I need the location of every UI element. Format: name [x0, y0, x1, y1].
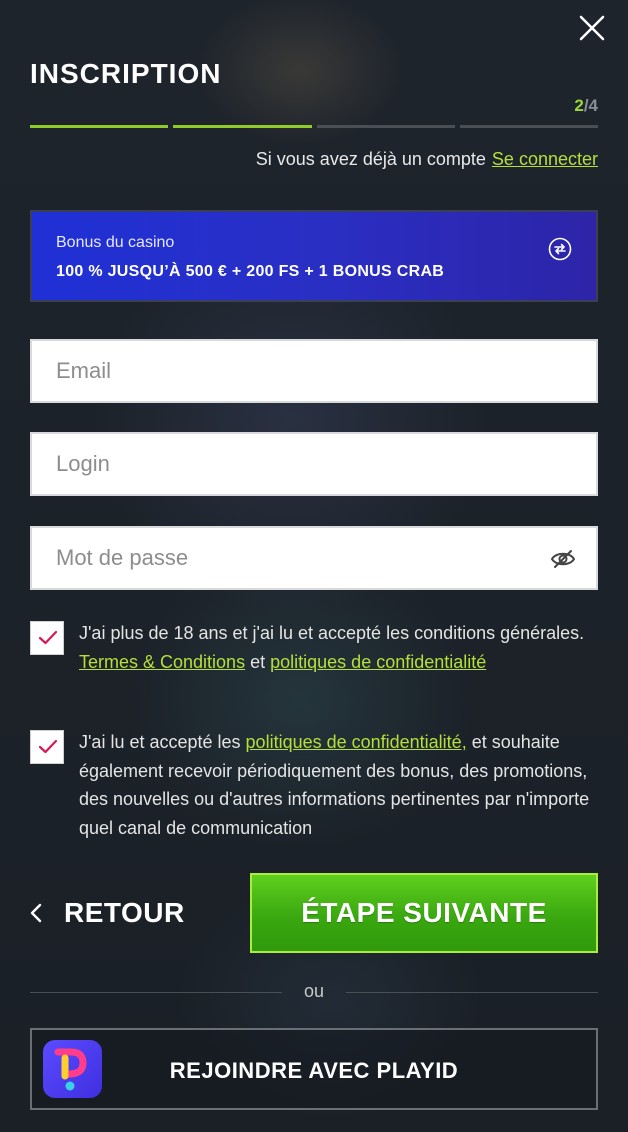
- step-total: /4: [583, 96, 598, 115]
- back-button[interactable]: RETOUR: [30, 890, 185, 936]
- eye-slash-icon[interactable]: [550, 548, 576, 570]
- terms-link[interactable]: Termes & Conditions: [79, 652, 245, 672]
- password-input[interactable]: [32, 528, 596, 588]
- age-consent-lead: J'ai plus de 18 ans et j'ai lu et accept…: [79, 623, 585, 643]
- step-segment: [173, 125, 312, 128]
- age-consent: J'ai plus de 18 ans et j'ai lu et accept…: [30, 619, 598, 707]
- step-segment: [316, 125, 455, 128]
- step-segment: [30, 125, 169, 128]
- login-field[interactable]: [30, 432, 598, 496]
- password-field[interactable]: [30, 526, 598, 590]
- or-divider: ou: [30, 980, 598, 1004]
- login-prompt: Si vous avez déjà un compte Se connecter: [256, 149, 598, 170]
- playid-label: REJOINDRE AVEC PLAYID: [169, 1058, 459, 1083]
- divider-line: [346, 992, 598, 993]
- step-counter: 2/4: [574, 96, 598, 116]
- age-checkbox[interactable]: [30, 621, 64, 655]
- marketing-consent: J'ai lu et accepté les politiques de con…: [30, 728, 598, 848]
- bonus-banner[interactable]: Bonus du casino 100 % JUSQU’À 500 € + 20…: [30, 210, 598, 302]
- playid-button[interactable]: REJOINDRE AVEC PLAYID: [30, 1028, 598, 1110]
- swap-icon[interactable]: [548, 237, 572, 261]
- marketing-privacy-link[interactable]: politiques de confidentialité,: [246, 732, 467, 752]
- login-prompt-text: Si vous avez déjà un compte: [255, 149, 486, 169]
- marketing-consent-lead: J'ai lu et accepté les: [79, 732, 241, 752]
- email-field[interactable]: [30, 339, 598, 403]
- bonus-value: 100 % JUSQU’À 500 € + 200 FS + 1 BONUS C…: [56, 263, 445, 280]
- login-link[interactable]: Se connecter: [492, 149, 598, 169]
- check-icon: [38, 630, 58, 645]
- bonus-label: Bonus du casino: [56, 234, 175, 251]
- chevron-left-icon: [30, 903, 42, 923]
- privacy-link[interactable]: politiques de confidentialité: [270, 652, 486, 672]
- next-step-label: ÉTAPE SUIVANTE: [301, 897, 547, 928]
- email-input[interactable]: [32, 341, 596, 401]
- step-current: 2: [574, 96, 584, 115]
- age-consent-and: et: [250, 651, 266, 672]
- marketing-consent-text: J'ai lu et accepté les politiques de con…: [79, 728, 599, 842]
- login-input[interactable]: [32, 434, 596, 494]
- close-icon[interactable]: [578, 14, 606, 42]
- next-step-button[interactable]: ÉTAPE SUIVANTE: [250, 873, 598, 953]
- page-title: INSCRIPTION: [30, 58, 222, 89]
- step-segment: [459, 125, 598, 128]
- check-icon: [38, 739, 58, 754]
- step-progress: [30, 125, 598, 128]
- back-label: RETOUR: [64, 897, 185, 928]
- marketing-checkbox[interactable]: [30, 730, 64, 764]
- age-consent-text: J'ai plus de 18 ans et j'ai lu et accept…: [79, 619, 599, 676]
